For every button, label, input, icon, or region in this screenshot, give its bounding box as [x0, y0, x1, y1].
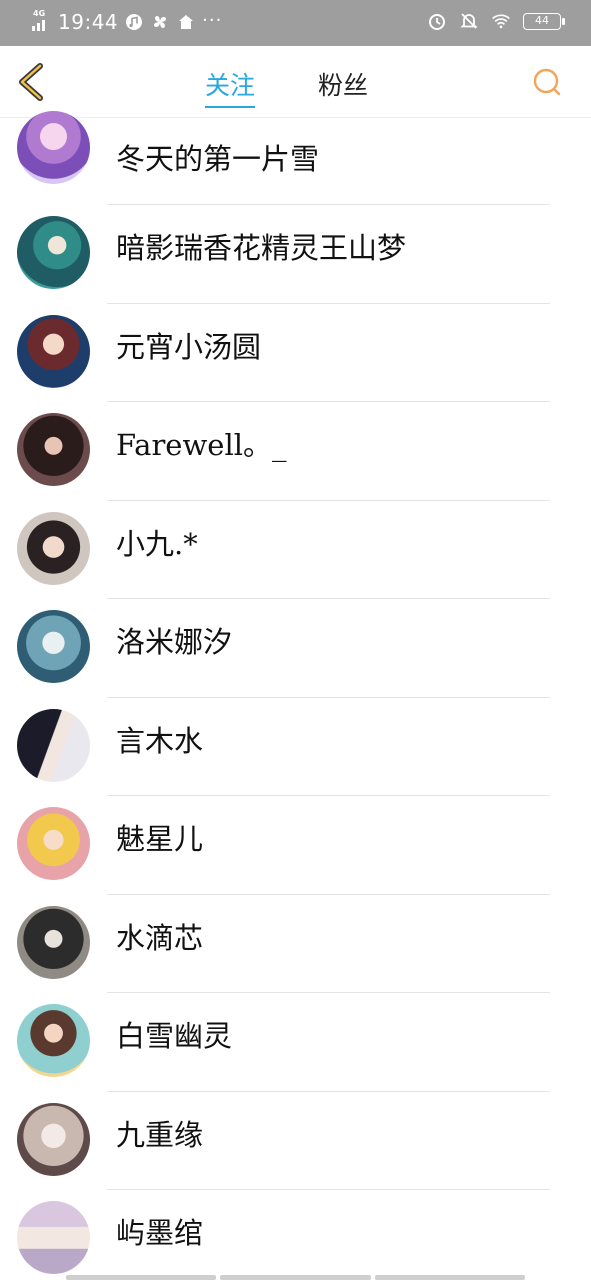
list-item[interactable]: 屿墨绾 — [0, 1190, 591, 1280]
user-name: 洛米娜汐 — [116, 625, 233, 659]
search-button[interactable] — [531, 66, 563, 98]
avatar[interactable] — [17, 1201, 90, 1274]
following-list: 冬天的第一片雪 暗影瑞香花精灵王山梦 元宵小汤圆 Farewell。_ 小九.*… — [0, 111, 591, 1280]
list-item[interactable]: 水滴芯 — [0, 895, 591, 993]
search-icon — [533, 68, 561, 96]
avatar[interactable] — [17, 1102, 90, 1176]
home-icon — [176, 12, 196, 32]
tab-following[interactable]: 关注 — [205, 66, 256, 108]
music-note-icon — [124, 12, 144, 32]
user-name: 小九.* — [116, 526, 198, 561]
status-time: 19:44 — [58, 10, 119, 34]
avatar[interactable] — [17, 314, 90, 388]
more-dots: ··· — [202, 9, 223, 31]
avatar[interactable] — [17, 111, 90, 184]
list-item[interactable]: 魅星儿 — [0, 796, 591, 895]
avatar[interactable] — [17, 807, 90, 880]
list-item[interactable]: 小九.* — [0, 501, 591, 599]
status-bar: 4G 19:44 ··· 44 — [0, 0, 591, 46]
signal-icon: 4G — [30, 9, 52, 33]
avatar[interactable] — [17, 1004, 90, 1077]
list-item[interactable]: 白雪幽灵 — [0, 993, 591, 1092]
list-item[interactable]: 暗影瑞香花精灵王山梦 — [0, 205, 591, 304]
user-name: 水滴芯 — [116, 920, 204, 955]
tab-bar: 关注 粉丝 — [0, 46, 591, 118]
avatar[interactable] — [17, 905, 90, 979]
home-indicator — [66, 1275, 525, 1280]
status-right: 44 — [427, 11, 565, 31]
tab-fans[interactable]: 粉丝 — [318, 66, 368, 102]
pinwheel-icon — [150, 12, 170, 32]
battery-icon: 44 — [523, 12, 565, 30]
list-item[interactable]: Farewell。_ — [0, 402, 591, 501]
avatar[interactable] — [17, 511, 90, 585]
avatar[interactable] — [17, 708, 90, 782]
status-left: 4G 19:44 ··· — [30, 9, 223, 34]
top-nav-bar: 关注 粉丝 — [0, 46, 591, 118]
avatar[interactable] — [17, 610, 90, 683]
user-name: 暗影瑞香花精灵王山梦 — [116, 231, 407, 265]
avatar[interactable] — [17, 413, 90, 486]
user-name: 白雪幽灵 — [116, 1019, 233, 1053]
wifi-icon — [491, 11, 511, 31]
user-name: 九重缘 — [116, 1117, 204, 1152]
list-item[interactable]: 冬天的第一片雪 — [0, 111, 591, 205]
list-item[interactable]: 言木水 — [0, 698, 591, 796]
user-name: 元宵小汤圆 — [116, 329, 262, 364]
user-name: 冬天的第一片雪 — [116, 142, 320, 176]
user-name: Farewell。_ — [116, 428, 287, 462]
list-item[interactable]: 洛米娜汐 — [0, 599, 591, 698]
user-name: 言木水 — [116, 723, 204, 758]
avatar[interactable] — [17, 216, 90, 289]
user-name: 屿墨绾 — [116, 1216, 204, 1250]
list-item[interactable]: 九重缘 — [0, 1092, 591, 1190]
user-name: 魅星儿 — [116, 822, 204, 856]
mute-bell-icon — [459, 11, 479, 31]
list-item[interactable]: 元宵小汤圆 — [0, 304, 591, 402]
alarm-icon — [427, 11, 447, 31]
network-type: 4G — [33, 9, 46, 18]
